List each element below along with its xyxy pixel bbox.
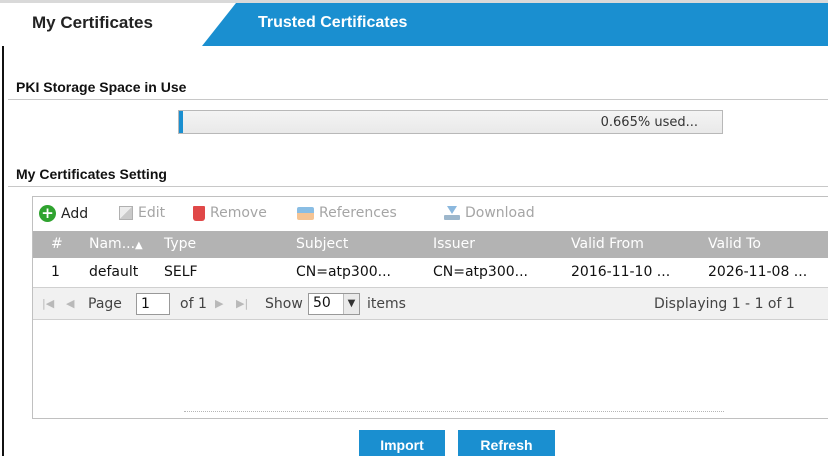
storage-progress-bar: 0.665% used... xyxy=(178,110,723,134)
row-subject: CN=atp300... xyxy=(296,264,392,280)
edit-label: Edit xyxy=(138,205,166,221)
show-label: Show xyxy=(265,296,303,312)
add-icon: + xyxy=(39,205,56,222)
chevron-down-icon[interactable]: ▼ xyxy=(343,294,359,314)
dotted-divider xyxy=(184,411,724,412)
tab-my-certificates-label[interactable]: My Certificates xyxy=(32,13,153,33)
references-button[interactable]: References xyxy=(297,205,397,221)
next-page-icon[interactable]: ▶ xyxy=(215,297,223,310)
row-number: 1 xyxy=(51,264,60,280)
column-header-subject[interactable]: Subject xyxy=(296,236,348,252)
download-label: Download xyxy=(465,205,535,221)
row-issuer: CN=atp300... xyxy=(433,264,529,280)
edit-button[interactable]: Edit xyxy=(119,205,165,221)
remove-label: Remove xyxy=(210,205,267,221)
column-header-type[interactable]: Type xyxy=(164,236,196,252)
download-button[interactable]: Download xyxy=(444,205,535,221)
download-icon xyxy=(444,205,460,221)
table-row[interactable]: 1 default SELF CN=atp300... CN=atp300...… xyxy=(33,259,828,287)
section-divider xyxy=(8,186,828,187)
pagination-bar: |◀ ◀ Page 1 of 1 ▶ ▶| Show 50 ▼ items Di… xyxy=(33,287,828,320)
items-label: items xyxy=(367,296,406,312)
last-page-icon[interactable]: ▶| xyxy=(236,297,248,310)
row-name: default xyxy=(89,264,139,280)
add-label: Add xyxy=(61,205,89,222)
previous-page-icon[interactable]: ◀ xyxy=(66,297,74,310)
references-label: References xyxy=(319,205,397,221)
column-header-valid-from[interactable]: Valid From xyxy=(571,236,644,252)
page-count-label: of 1 xyxy=(180,296,207,312)
column-header-issuer[interactable]: Issuer xyxy=(433,236,475,252)
row-type: SELF xyxy=(164,264,198,280)
settings-section-title: My Certificates Setting xyxy=(16,166,167,182)
trash-icon xyxy=(193,205,205,221)
grid-toolbar: + Add Edit Remove References Download xyxy=(33,197,828,230)
page-size-value: 50 xyxy=(313,295,331,311)
column-header-number[interactable]: # xyxy=(51,236,63,252)
section-divider xyxy=(8,99,828,100)
certificates-grid: + Add Edit Remove References Download # … xyxy=(32,196,828,419)
page-number-input[interactable]: 1 xyxy=(136,293,170,315)
display-count-text: Displaying 1 - 1 of 1 xyxy=(654,296,795,312)
import-button[interactable]: Import xyxy=(359,430,445,456)
column-header-name[interactable]: Nam...▲ xyxy=(89,236,143,252)
row-valid-to: 2026-11-08 ... xyxy=(708,264,808,280)
add-button[interactable]: + Add xyxy=(39,205,88,222)
tab-active-wedge xyxy=(202,3,236,46)
grid-header: # Nam...▲ Type Subject Issuer Valid From… xyxy=(33,231,828,258)
tab-trusted-certificates[interactable]: Trusted Certificates xyxy=(258,14,407,32)
first-page-icon[interactable]: |◀ xyxy=(42,297,54,310)
references-icon xyxy=(297,206,314,220)
storage-progress-fill xyxy=(179,111,183,133)
edit-icon xyxy=(119,206,133,220)
remove-button[interactable]: Remove xyxy=(193,205,267,221)
sort-ascending-icon: ▲ xyxy=(135,240,143,251)
page-label: Page xyxy=(88,296,122,312)
refresh-button[interactable]: Refresh xyxy=(458,430,555,456)
storage-section-title: PKI Storage Space in Use xyxy=(16,79,187,95)
column-header-valid-to[interactable]: Valid To xyxy=(708,236,761,252)
storage-progress-text: 0.665% used... xyxy=(600,115,698,130)
page-size-select[interactable]: 50 ▼ xyxy=(308,293,360,315)
row-valid-from: 2016-11-10 ... xyxy=(571,264,671,280)
column-header-name-label: Nam... xyxy=(89,236,136,252)
